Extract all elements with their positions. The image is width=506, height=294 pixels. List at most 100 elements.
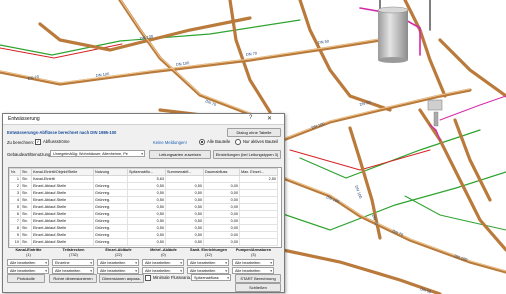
table-row[interactable]: 7 Str. Einzel-Ablauf-Stelle Grünreg. 0,50 0,5… xyxy=(9,217,278,225)
edit-mode-select[interactable]: Alle bearbeiten ▾ xyxy=(232,259,274,266)
edit-mode-select[interactable]: Alle bearbeiten ▾ xyxy=(52,267,94,274)
table-row[interactable]: 4 Str. Einzel-Ablauf-Stelle Grünreg. 0,50 0,5… xyxy=(9,196,278,204)
table-row[interactable]: 1 Str. Kanal-Eintritt 5,63 2,50 xyxy=(9,175,278,183)
einstellungen-button[interactable]: Einstellungen (bei Leitungstypen 3) xyxy=(213,150,281,159)
table-row[interactable]: 9 Str. Einzel-Ablauf-Stelle Grünreg. 0,50 0,5… xyxy=(9,231,278,239)
table-cell xyxy=(239,238,278,246)
table-cell: Grünreg. xyxy=(93,231,128,239)
chevron-down-icon: ▾ xyxy=(227,276,229,280)
gebaeudeart-label: Gebäudeart/Benutzung: xyxy=(7,152,52,157)
edit-mode-select[interactable]: Alle bearbeiten ▾ xyxy=(142,267,184,274)
table-cell: 0,00 xyxy=(203,210,240,218)
radio-nur-aktives[interactable]: Nur aktives Bauteil xyxy=(235,139,278,145)
pipe-dimension-label: DN 70 xyxy=(245,50,258,57)
protokolle-button[interactable]: Protokolle xyxy=(7,274,45,283)
table-cell: 5 xyxy=(9,203,21,211)
column-header[interactable]: Spitzenabflu... xyxy=(127,168,166,176)
table-cell: 0,00 xyxy=(203,238,240,246)
table-cell: Kanal-Eintritt xyxy=(31,175,94,183)
table-row[interactable]: 2 Str. Einzel-Ablauf-Stelle Grünreg. 0,50 0,5… xyxy=(9,182,278,190)
table-cell: Str. xyxy=(20,231,32,239)
pipe-dimension-label: DN 100 xyxy=(326,194,341,204)
radio-alle-bauteile[interactable]: Alle Bauteile xyxy=(199,139,230,145)
table-cell: 6 xyxy=(9,210,21,218)
column-header[interactable]: Max. Einzel... xyxy=(239,168,278,176)
column-header[interactable]: Summenabfl... xyxy=(165,168,204,176)
table-cell: 10 xyxy=(9,238,21,246)
edit-mode-value: Alle bearbeiten xyxy=(55,269,81,273)
table-cell: 0,50 xyxy=(165,231,204,239)
table-cell: 0,50 xyxy=(127,189,166,197)
table-cell: 0,00 xyxy=(203,217,240,225)
chevron-down-icon: ▾ xyxy=(90,261,92,265)
spitzenabfluss-select[interactable]: Spitzenabfluss ▾ xyxy=(191,274,231,281)
edit-mode-select[interactable]: Alle bearbeiten ▾ xyxy=(97,259,139,266)
rohre-dimensionieren-button[interactable]: Rohre dimensionieren xyxy=(49,274,97,283)
table-cell: 0,50 xyxy=(127,210,166,218)
table-cell: Str. xyxy=(20,238,32,246)
results-table[interactable]: Nr. Str. Kanal-Eintritt/Objekt/Stelle Nutzu… xyxy=(8,167,282,248)
leitungsarten-zuweisen-button[interactable]: Leitungsarten zuweisen xyxy=(149,150,211,159)
table-row[interactable]: 3 Str. Einzel-Ablauf-Stelle Grünreg. 0,50 0,5… xyxy=(9,189,278,197)
table-cell: 7 xyxy=(9,217,21,225)
column-header[interactable]: Str. xyxy=(20,168,32,176)
gebaeudeart-value: Unregelmäßig: Wohnhäuser, Altenheime, Pe xyxy=(53,152,128,156)
close-icon[interactable]: ✕ xyxy=(267,115,272,122)
edit-mode-select[interactable]: Alle bearbeiten ▾ xyxy=(187,259,229,266)
chevron-down-icon: ▾ xyxy=(141,152,143,156)
radio-icon xyxy=(199,139,205,145)
edit-mode-select[interactable]: Alle bearbeiten ▾ xyxy=(187,267,229,274)
edit-mode-value: Alle bearbeiten xyxy=(100,269,126,273)
help-icon[interactable]: ? xyxy=(249,115,252,121)
column-header[interactable]: Dauerabfluss xyxy=(203,168,240,176)
table-cell: Einzel-Ablauf-Stelle xyxy=(31,231,94,239)
table-cell: Str. xyxy=(20,189,32,197)
table-cell: Str. xyxy=(20,224,32,232)
column-header[interactable]: Kanal-Eintritt/Objekt/Stelle xyxy=(31,168,94,176)
edit-mode-value: Alle bearbeiten xyxy=(190,261,216,265)
summary-count: (22) xyxy=(115,253,122,257)
edit-mode-value: Alle bearbeiten xyxy=(145,261,171,265)
dialog-titlebar: Entwässerung ? ✕ xyxy=(3,114,284,125)
table-body: 1 Str. Kanal-Eintritt 5,63 2,50 2 Str. Einzel-A… xyxy=(9,175,278,246)
dialog-ohne-tabelle-button[interactable]: Dialog ohne Tabelle xyxy=(227,128,281,137)
keine-meldungen-link[interactable]: Keine Meldungen! xyxy=(153,140,187,145)
table-row[interactable]: 8 Str. Einzel-Ablauf-Stelle Grünreg. 0,50 0,5… xyxy=(9,224,278,232)
table-cell xyxy=(239,189,278,197)
table-cell: 0,50 xyxy=(165,189,204,197)
table-cell: Str. xyxy=(20,175,32,183)
gebaeudeart-select[interactable]: Unregelmäßig: Wohnhäuser, Altenheime, Pe… xyxy=(50,150,145,157)
chevron-down-icon: ▾ xyxy=(225,261,227,265)
summary-column: Mehrf.-Abläufe (0) xyxy=(142,248,185,258)
summary-count: (12) xyxy=(205,253,212,257)
schliessen-button[interactable]: Schließen xyxy=(235,283,281,292)
table-cell xyxy=(165,175,204,183)
entwaesserung-dialog: Entwässerung ? ✕ Entwässerungs-Abflüsse … xyxy=(2,113,285,293)
table-row[interactable]: 5 Str. Einzel-Ablauf-Stelle Grünreg. 0,50 0,5… xyxy=(9,203,278,211)
edit-mode-select[interactable]: Alle bearbeiten ▾ xyxy=(142,259,184,266)
table-row[interactable]: 10 Str. Einzel-Ablauf-Stelle Grünreg. 0,50 0,… xyxy=(9,238,278,246)
table-cell xyxy=(93,175,128,183)
edit-mode-select[interactable]: Einzelne ▾ xyxy=(52,259,94,266)
chevron-down-icon: ▾ xyxy=(135,261,137,265)
table-cell: 2,50 xyxy=(239,175,278,183)
table-cell: 0,00 xyxy=(203,203,240,211)
table-cell: 0,50 xyxy=(127,203,166,211)
edit-mode-select[interactable]: Alle bearbeiten ▾ xyxy=(97,267,139,274)
dimensionen-anpassen-button[interactable]: Dimensionen anpass. xyxy=(99,274,144,283)
edit-mode-select[interactable]: Alle bearbeiten ▾ xyxy=(7,267,49,274)
table-cell: 0,00 xyxy=(203,189,240,197)
edit-mode-select[interactable]: Alle bearbeiten ▾ xyxy=(7,259,49,266)
abflussstroeme-checkbox[interactable]: ✓ Abflussströme xyxy=(35,139,70,145)
start-berechnung-button[interactable]: START Berechnung xyxy=(235,274,281,283)
minimale-fliessvariante-checkbox[interactable]: Minimale Flussvaria... xyxy=(145,274,194,281)
edit-mode-select[interactable]: Alle bearbeiten ▾ xyxy=(232,267,274,274)
table-cell xyxy=(239,210,278,218)
table-cell: Grünreg. xyxy=(93,182,128,190)
pipe-dimension-label: DN 100 xyxy=(454,253,469,262)
column-header[interactable]: Nutzung xyxy=(93,168,128,176)
chevron-down-icon: ▾ xyxy=(180,261,182,265)
table-cell: Str. xyxy=(20,210,32,218)
column-header[interactable]: Nr. xyxy=(9,168,21,176)
table-row[interactable]: 6 Str. Einzel-Ablauf-Stelle Grünreg. 0,50 0,5… xyxy=(9,210,278,218)
